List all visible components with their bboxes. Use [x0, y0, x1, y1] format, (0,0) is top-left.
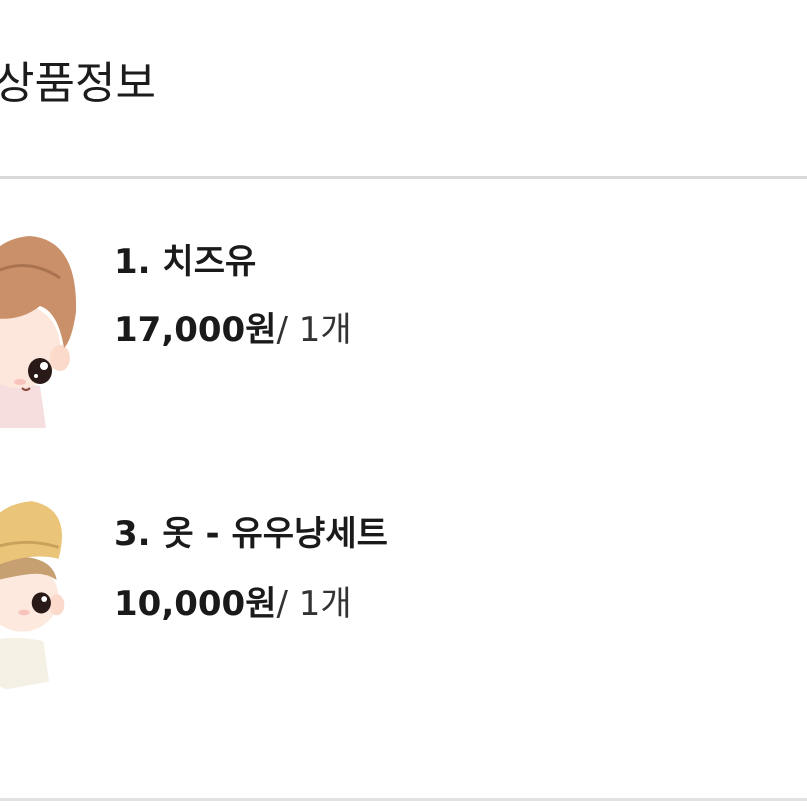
yellow-hat-doll-illustration-icon — [0, 501, 65, 690]
product-price: 17,000원 — [114, 310, 277, 350]
product-name: 3. 옷 - 유우냥세트 — [114, 514, 388, 554]
price-line: 17,000원/ 1개 — [114, 313, 352, 347]
price-line: 10,000원/ 1개 — [114, 587, 352, 621]
product-item[interactable]: 1. 치즈유 17,000원/ 1개 — [0, 200, 807, 440]
product-quantity: / 1개 — [276, 584, 352, 624]
brown-hair-doll-illustration-icon — [0, 236, 77, 428]
product-item[interactable]: 3. 옷 - 유우냥세트 10,000원/ 1개 — [0, 480, 807, 730]
product-quantity: / 1개 — [276, 310, 352, 350]
product-info-page: 상품정보 1. 치즈유 17,000원/ 1개 3. 옷 - 유우냥세트 10,… — [0, 0, 807, 807]
product-price: 10,000원 — [114, 584, 277, 624]
section-title: 상품정보 — [0, 58, 156, 109]
product-name: 1. 치즈유 — [114, 242, 257, 282]
section-divider — [0, 176, 807, 179]
bottom-divider — [0, 798, 807, 801]
